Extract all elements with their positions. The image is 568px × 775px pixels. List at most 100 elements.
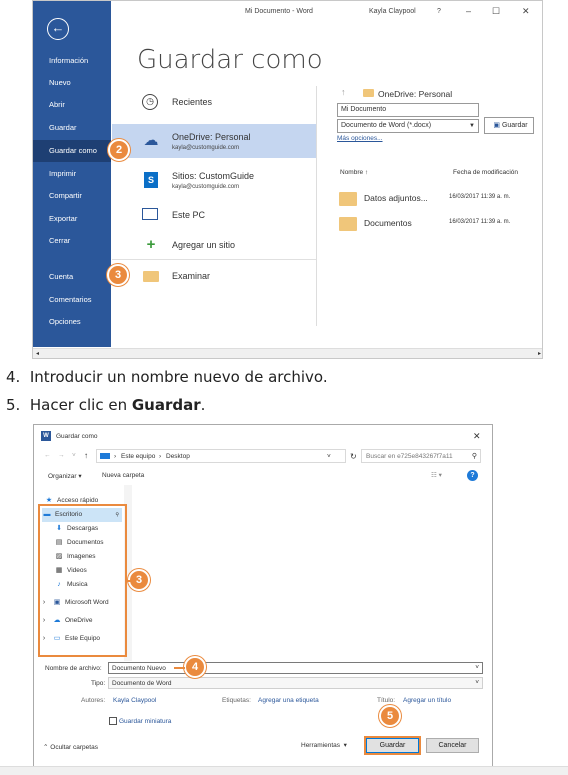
- location-label: Recientes: [172, 97, 213, 107]
- tools-button[interactable]: Herramientas ▾: [301, 741, 347, 749]
- more-options-link[interactable]: Más opciones...: [337, 135, 383, 142]
- word-backstage-window: ← Información Nuevo Abrir Guardar Guarda…: [32, 0, 543, 359]
- separator: [112, 259, 316, 260]
- filename-input[interactable]: Mi Documento: [337, 103, 479, 117]
- sidebar-item-cuenta[interactable]: Cuenta: [33, 266, 111, 288]
- filetype-value: Documento de Word (*.docx): [341, 122, 432, 129]
- floppy-icon: ▣: [493, 122, 500, 129]
- hide-folders-label: Ocultar carpetas: [50, 744, 98, 751]
- callout-4: 4: [184, 656, 206, 678]
- type-value: Documento de Word: [112, 680, 172, 687]
- help-icon[interactable]: ?: [437, 8, 441, 15]
- sidebar-item-informacion[interactable]: Información: [33, 50, 111, 72]
- file-row[interactable]: Datos adjuntos... 16/03/2017 11:39 a. m.: [337, 189, 537, 207]
- step-text: Hacer clic en: [29, 396, 132, 414]
- hide-folders-button[interactable]: ⌃ Ocultar carpetas: [43, 743, 98, 751]
- maximize-icon[interactable]: ☐: [492, 6, 500, 17]
- sidebar-item-comentarios[interactable]: Comentarios: [33, 289, 111, 311]
- breadcrumb-este-equipo[interactable]: Este equipo: [121, 453, 155, 460]
- title-label: Título:: [377, 697, 396, 704]
- help-icon[interactable]: ?: [467, 470, 478, 481]
- search-input[interactable]: Buscar en e725e843267f7a11 ⚲: [361, 449, 481, 463]
- save-button[interactable]: ▣ Guardar: [484, 117, 534, 134]
- highlight-box-save: [364, 736, 421, 755]
- address-bar[interactable]: › Este equipo › Desktop ˅: [96, 449, 346, 463]
- sidebar-item-imprimir[interactable]: Imprimir: [33, 163, 111, 185]
- up-arrow-icon[interactable]: ↑: [341, 87, 346, 97]
- location-onedrive[interactable]: ☁ OneDrive: Personal kayla@customguide.c…: [112, 124, 316, 158]
- title-link[interactable]: Agregar un título: [403, 697, 451, 704]
- scroll-left-icon[interactable]: ◂: [36, 350, 39, 357]
- callout-2: 2: [108, 139, 130, 161]
- step-number: 5.: [6, 396, 21, 414]
- new-folder-button[interactable]: Nueva carpeta: [102, 472, 144, 479]
- type-select[interactable]: Documento de Word ˅: [108, 677, 483, 689]
- sidebar-item-opciones[interactable]: Opciones: [33, 311, 111, 333]
- view-options-icon[interactable]: ☷ ▾: [431, 471, 442, 479]
- minimize-icon[interactable]: –: [466, 6, 471, 16]
- up-arrow-icon[interactable]: ↑: [84, 451, 88, 460]
- location-este-pc[interactable]: Este PC: [112, 198, 316, 232]
- word-icon: W: [41, 431, 51, 441]
- file-name: Documentos: [364, 218, 412, 228]
- location-email: kayla@customguide.com: [172, 184, 240, 190]
- current-path: OneDrive: Personal: [378, 89, 453, 99]
- location-email: kayla@customguide.com: [172, 145, 240, 151]
- step-4: 4. Introducir un nombre nuevo de archivo…: [6, 368, 328, 386]
- filetype-select[interactable]: Documento de Word (*.docx) ▼: [337, 119, 479, 133]
- nav-dropdown-icon[interactable]: ˅: [72, 452, 76, 459]
- step-bold: Guardar: [131, 396, 201, 414]
- folder-icon: [339, 217, 357, 231]
- location-label: Examinar: [172, 271, 211, 281]
- nav-back-icon[interactable]: ←: [44, 452, 51, 459]
- step-number: 4.: [6, 368, 21, 386]
- organize-button[interactable]: Organizar ▾: [48, 472, 82, 480]
- chevron-down-icon[interactable]: ˅: [327, 453, 331, 460]
- callout-connector: [126, 580, 131, 582]
- highlight-box-nav: [38, 504, 127, 657]
- tree-label: Acceso rápido: [57, 497, 99, 504]
- callout-connector: [174, 667, 185, 669]
- tags-link[interactable]: Agregar una etiqueta: [258, 697, 319, 704]
- nav-forward-icon[interactable]: →: [58, 452, 65, 459]
- location-label: Agregar un sitio: [172, 240, 236, 250]
- column-date[interactable]: Fecha de modificación: [453, 169, 518, 176]
- sidebar-item-guardar-como[interactable]: Guardar como: [33, 140, 111, 162]
- sidebar-item-compartir[interactable]: Compartir: [33, 185, 111, 207]
- desktop-icon: [100, 453, 110, 459]
- horizontal-scrollbar[interactable]: ◂ ▸: [33, 348, 542, 358]
- file-row[interactable]: Documentos 16/03/2017 11:39 a. m.: [337, 214, 537, 232]
- file-date: 16/03/2017 11:39 a. m.: [449, 219, 511, 225]
- tags-label: Etiquetas:: [222, 697, 251, 704]
- callout-3: 3: [107, 264, 129, 286]
- sidebar-item-cerrar[interactable]: Cerrar: [33, 230, 111, 252]
- breadcrumb-sep: ›: [159, 453, 162, 460]
- folder-icon: [339, 192, 357, 206]
- back-arrow-icon[interactable]: ←: [47, 18, 69, 40]
- refresh-icon[interactable]: ↻: [350, 452, 357, 461]
- thumbnail-checkbox[interactable]: [109, 717, 117, 725]
- sidebar-item-abrir[interactable]: Abrir: [33, 94, 111, 116]
- page-bottom-scrollbar: [0, 766, 568, 775]
- scroll-right-icon[interactable]: ▸: [538, 350, 541, 357]
- authors-value[interactable]: Kayla Claypool: [113, 697, 156, 704]
- divider: [316, 86, 317, 326]
- sidebar-item-exportar[interactable]: Exportar: [33, 208, 111, 230]
- sidebar-item-nuevo[interactable]: Nuevo: [33, 72, 111, 94]
- user-name[interactable]: Kayla Claypool: [369, 8, 416, 15]
- sidebar-item-guardar[interactable]: Guardar: [33, 117, 111, 139]
- breadcrumb-desktop[interactable]: Desktop: [166, 453, 190, 460]
- tools-label: Herramientas: [301, 742, 341, 749]
- location-sitios[interactable]: S Sitios: CustomGuide kayla@customguide.…: [112, 163, 316, 197]
- location-examinar[interactable]: Examinar: [112, 261, 316, 295]
- location-label: OneDrive: Personal: [172, 132, 251, 142]
- column-name[interactable]: Nombre ↑: [340, 169, 368, 176]
- backstage-sidebar: ← Información Nuevo Abrir Guardar Guarda…: [33, 1, 111, 347]
- location-agregar-sitio[interactable]: + Agregar un sitio: [112, 228, 316, 262]
- dialog-title: Guardar como: [56, 433, 98, 440]
- filename-input[interactable]: Documento Nuevo ˅: [108, 662, 483, 674]
- dialog-cancel-button[interactable]: Cancelar: [426, 738, 479, 753]
- close-icon[interactable]: ✕: [522, 6, 530, 17]
- close-icon[interactable]: ✕: [473, 431, 481, 442]
- location-recientes[interactable]: ◷ Recientes: [112, 85, 316, 119]
